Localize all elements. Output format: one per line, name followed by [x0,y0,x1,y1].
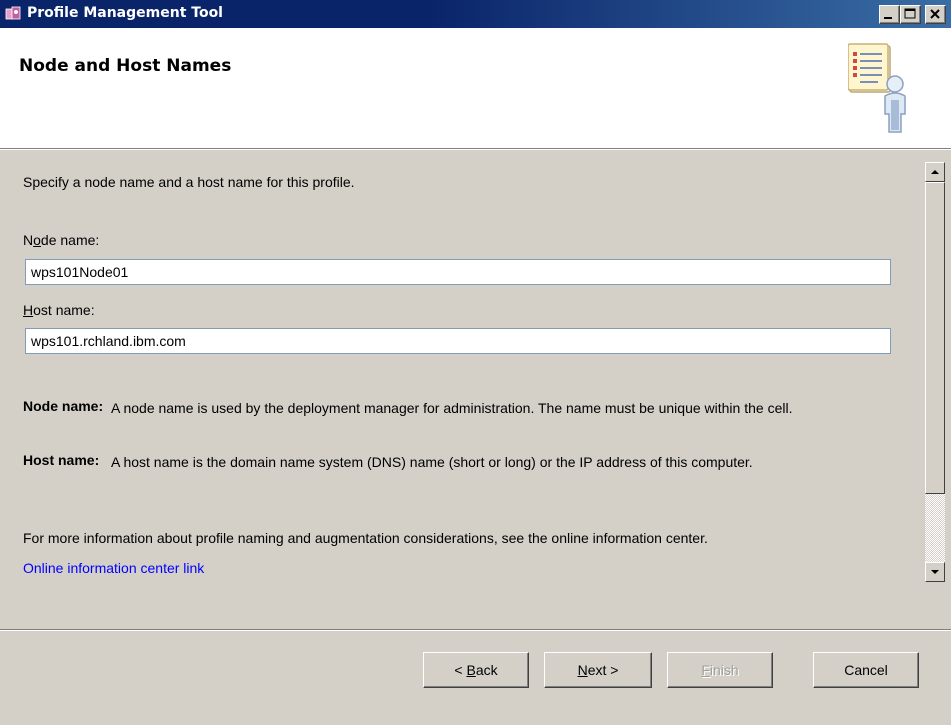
desc-node-key: Node name: [23,398,104,414]
content-panel: Specify a node name and a host name for … [0,150,951,620]
scroll-thumb[interactable] [925,182,945,494]
info-center-link[interactable]: Online information center link [23,560,204,576]
maximize-icon [904,8,916,19]
wizard-header: Node and Host Names [0,28,951,148]
close-icon [930,9,940,19]
footer-divider [0,629,951,631]
host-name-field[interactable]: wps101.rchland.ibm.com [25,328,891,354]
finish-button[interactable]: Finish [667,652,773,688]
scroll-up-button[interactable] [925,162,945,182]
more-info-text: For more information about profile namin… [23,530,708,546]
app-icon [5,6,21,20]
minimize-icon [884,17,892,19]
scroll-down-button[interactable] [925,562,945,582]
host-name-label: Host name: [23,302,95,318]
cancel-button[interactable]: Cancel [813,652,919,688]
desc-host-text: A host name is the domain name system (D… [111,454,753,470]
node-name-field[interactable]: wps101Node01 [25,259,891,285]
node-name-label: Node name: [23,232,100,248]
next-button[interactable]: Next > [544,652,652,688]
title-bar: Profile Management Tool [0,0,951,28]
intro-text: Specify a node name and a host name for … [23,174,355,190]
close-button[interactable] [925,5,946,24]
vertical-scrollbar[interactable] [925,162,945,582]
desc-host-key: Host name: [23,452,100,468]
profile-wizard-icon [848,43,906,133]
maximize-button[interactable] [900,5,921,24]
window-title: Profile Management Tool [27,5,223,21]
minimize-button[interactable] [879,5,900,24]
page-title: Node and Host Names [19,56,232,76]
profile-management-window: Profile Management Tool Node and Host Na… [0,0,951,725]
arrow-down-icon [931,570,939,574]
back-button[interactable]: < Back [423,652,529,688]
desc-node-text: A node name is used by the deployment ma… [111,400,793,416]
arrow-up-icon [931,170,939,174]
